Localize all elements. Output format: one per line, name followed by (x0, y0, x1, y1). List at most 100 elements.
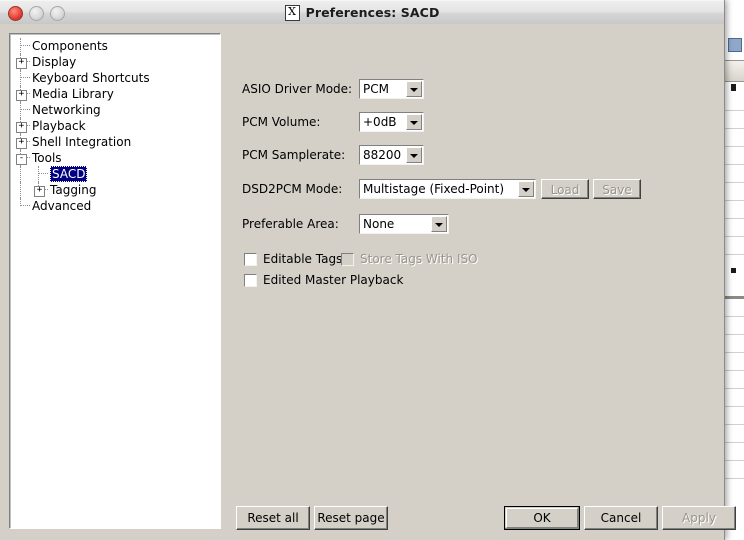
chevron-down-icon[interactable] (406, 81, 422, 97)
checkbox-box[interactable] (341, 253, 354, 266)
expand-icon[interactable]: + (16, 122, 27, 133)
tree-line (20, 205, 30, 207)
field-pcm-samplerate: PCM Samplerate: 88200 (242, 145, 542, 167)
sidebar-item-label: Advanced (32, 199, 92, 213)
sidebar-item-components[interactable]: Components (10, 38, 220, 54)
sidebar-item-tagging[interactable]: + Tagging (10, 182, 220, 198)
asio-driver-mode-value: PCM (363, 82, 389, 96)
background-window-row (722, 182, 744, 183)
background-window-row (722, 442, 744, 443)
background-window-column-header (722, 60, 744, 82)
dialog-body: Components + Display Keyboard Shortcuts + Med… (0, 24, 736, 540)
preferences-tree[interactable]: Components + Display Keyboard Shortcuts + Med… (9, 33, 221, 529)
sidebar-item-tools[interactable]: - Tools (10, 150, 220, 166)
background-window-mark (731, 268, 736, 273)
background-window-row (722, 424, 744, 425)
chevron-down-icon[interactable] (406, 114, 422, 130)
sidebar-item-label: Media Library (32, 87, 114, 101)
checkbox-label: Editable Tags (263, 252, 343, 266)
background-window-divider (722, 296, 744, 299)
asio-driver-mode-select[interactable]: PCM (359, 79, 424, 99)
cancel-button[interactable]: Cancel (584, 506, 658, 530)
ok-button-label: OK (506, 508, 578, 528)
tree-line (20, 109, 30, 111)
background-window-row (722, 110, 744, 111)
reset-page-button[interactable]: Reset page (314, 506, 388, 530)
pcm-volume-select[interactable]: +0dB (359, 112, 424, 132)
sidebar-item-label: Keyboard Shortcuts (32, 71, 150, 85)
settings-pane: ASIO Driver Mode: PCM PCM Volume: +0dB P… (228, 24, 724, 540)
sidebar-item-label: Components (32, 39, 108, 53)
sidebar-item-label: Playback (32, 119, 86, 133)
pcm-samplerate-value: 88200 (363, 148, 402, 162)
background-window-row (722, 352, 744, 353)
background-window-row (722, 254, 744, 255)
expand-icon[interactable]: + (34, 186, 45, 197)
x11-icon: X (284, 4, 300, 21)
sidebar-item-label: Display (32, 55, 77, 69)
background-window-row (722, 146, 744, 147)
ok-button[interactable]: OK (504, 506, 580, 530)
preferable-area-value: None (363, 217, 395, 231)
checkbox-label: Edited Master Playback (263, 273, 404, 287)
background-window-row (722, 460, 744, 461)
background-window-row (722, 406, 744, 407)
checkbox-label: Store Tags With ISO (360, 252, 478, 266)
sidebar-item-shell-integration[interactable]: + Shell Integration (10, 134, 220, 150)
background-window-row (722, 218, 744, 219)
pcm-volume-value: +0dB (363, 115, 397, 129)
pcm-samplerate-label: PCM Samplerate: (242, 148, 346, 162)
sidebar-item-advanced[interactable]: Advanced (10, 198, 220, 214)
title-bar[interactable]: X Preferences: SACD (0, 0, 724, 25)
dsd2pcm-mode-value: Multistage (Fixed-Point) (363, 182, 505, 196)
pcm-volume-label: PCM Volume: (242, 115, 321, 129)
background-window-row (722, 128, 744, 129)
reset-all-button[interactable]: Reset all (236, 506, 310, 530)
background-window-row (722, 200, 744, 201)
expand-icon[interactable]: + (16, 90, 27, 101)
pcm-samplerate-select[interactable]: 88200 (359, 145, 424, 165)
background-window-row (722, 370, 744, 371)
sidebar-item-sacd[interactable]: SACD (10, 166, 220, 182)
load-button[interactable]: Load (541, 179, 589, 199)
save-button[interactable]: Save (593, 179, 641, 199)
background-window-row (722, 334, 744, 335)
sidebar-item-label: Tagging (50, 183, 97, 197)
apply-button[interactable]: Apply (662, 506, 736, 530)
preferable-area-select[interactable]: None (359, 214, 449, 234)
field-asio-driver-mode: ASIO Driver Mode: PCM (242, 79, 542, 101)
tree-line (20, 182, 22, 198)
preferable-area-label: Preferable Area: (242, 217, 339, 231)
checkbox-box[interactable] (244, 274, 257, 287)
tree-line (38, 173, 48, 175)
chevron-down-icon[interactable] (518, 181, 534, 197)
background-window-cursor (731, 84, 736, 91)
chevron-down-icon[interactable] (431, 216, 447, 232)
sidebar-item-media-library[interactable]: + Media Library (10, 86, 220, 102)
chevron-down-icon[interactable] (406, 147, 422, 163)
sidebar-item-networking[interactable]: Networking (10, 102, 220, 118)
sidebar-item-label: SACD (50, 166, 88, 182)
field-pcm-volume: PCM Volume: +0dB (242, 112, 542, 134)
sidebar-item-label: Shell Integration (32, 135, 132, 149)
field-preferable-area: Preferable Area: None (242, 214, 542, 236)
background-window-row (722, 236, 744, 237)
expand-icon[interactable]: + (16, 58, 27, 69)
checkbox-edited-master-playback[interactable]: Edited Master Playback (244, 273, 444, 289)
preferences-tree-items: Components + Display Keyboard Shortcuts + Med… (10, 34, 220, 214)
dsd2pcm-mode-select[interactable]: Multistage (Fixed-Point) (359, 179, 536, 199)
sidebar-item-display[interactable]: + Display (10, 54, 220, 70)
tree-line (20, 166, 22, 182)
sidebar-item-playback[interactable]: + Playback (10, 118, 220, 134)
background-window-tab-icon (728, 38, 742, 52)
collapse-icon[interactable]: - (16, 154, 27, 165)
field-dsd2pcm-mode: DSD2PCM Mode: Multistage (Fixed-Point) L… (242, 179, 642, 201)
sidebar-item-keyboard-shortcuts[interactable]: Keyboard Shortcuts (10, 70, 220, 86)
checkbox-store-tags-with-iso[interactable]: Store Tags With ISO (341, 252, 511, 268)
checkbox-box[interactable] (244, 253, 257, 266)
window-title: Preferences: SACD (305, 5, 440, 20)
sidebar-item-label: Tools (32, 151, 62, 165)
tree-line (20, 45, 30, 47)
preferences-dialog: X Preferences: SACD Components + Display Ke… (0, 0, 736, 540)
expand-icon[interactable]: + (16, 138, 27, 149)
